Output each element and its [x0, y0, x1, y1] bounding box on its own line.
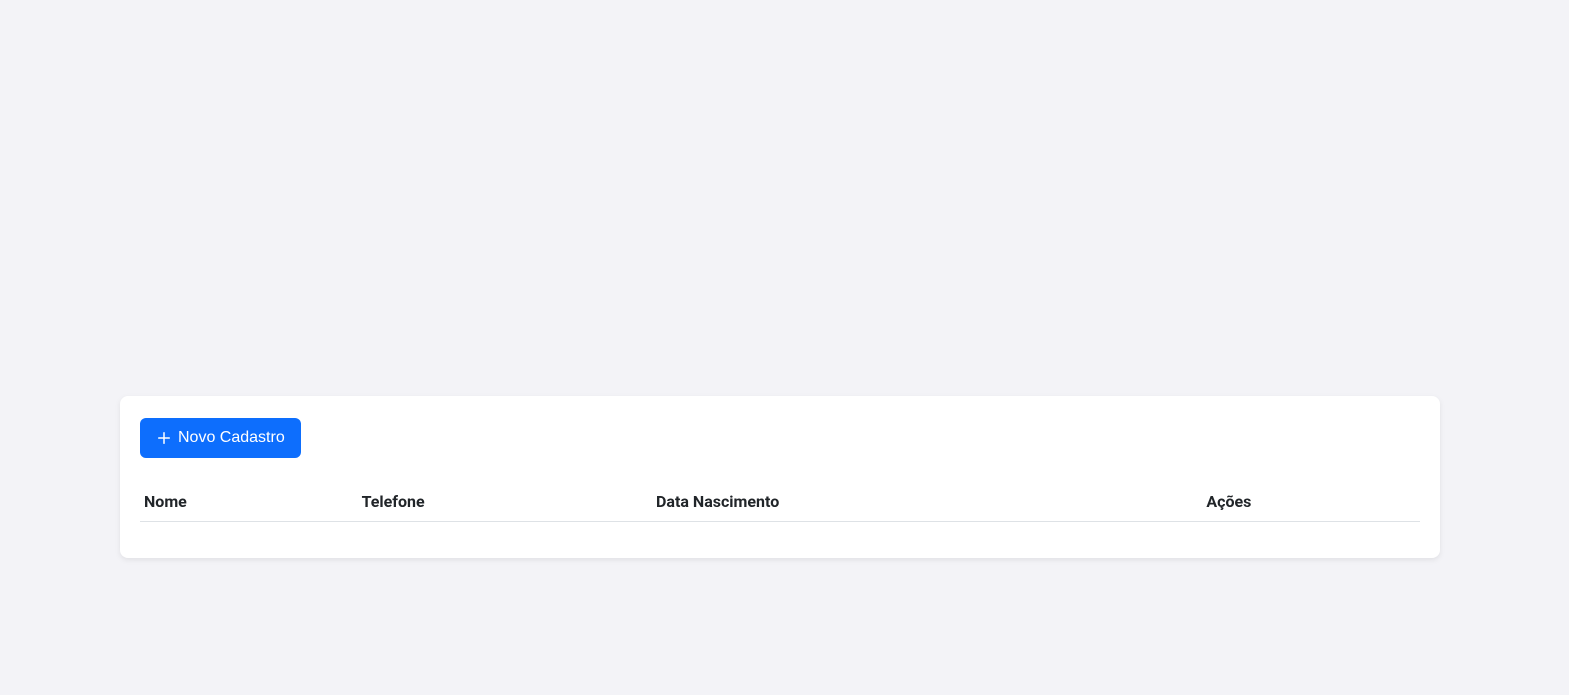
column-header-nome: Nome — [140, 482, 358, 522]
new-registration-button[interactable]: Novo Cadastro — [140, 418, 301, 458]
registrations-table: Nome Telefone Data Nascimento Ações — [140, 482, 1420, 522]
registration-card: Novo Cadastro Nome Telefone Data Nascime… — [120, 396, 1440, 558]
column-header-acoes: Ações — [1202, 482, 1420, 522]
column-header-data: Data Nascimento — [652, 482, 1202, 522]
plus-icon — [156, 430, 172, 446]
column-header-telefone: Telefone — [358, 482, 652, 522]
new-registration-label: Novo Cadastro — [178, 426, 285, 450]
table-header-row: Nome Telefone Data Nascimento Ações — [140, 482, 1420, 522]
